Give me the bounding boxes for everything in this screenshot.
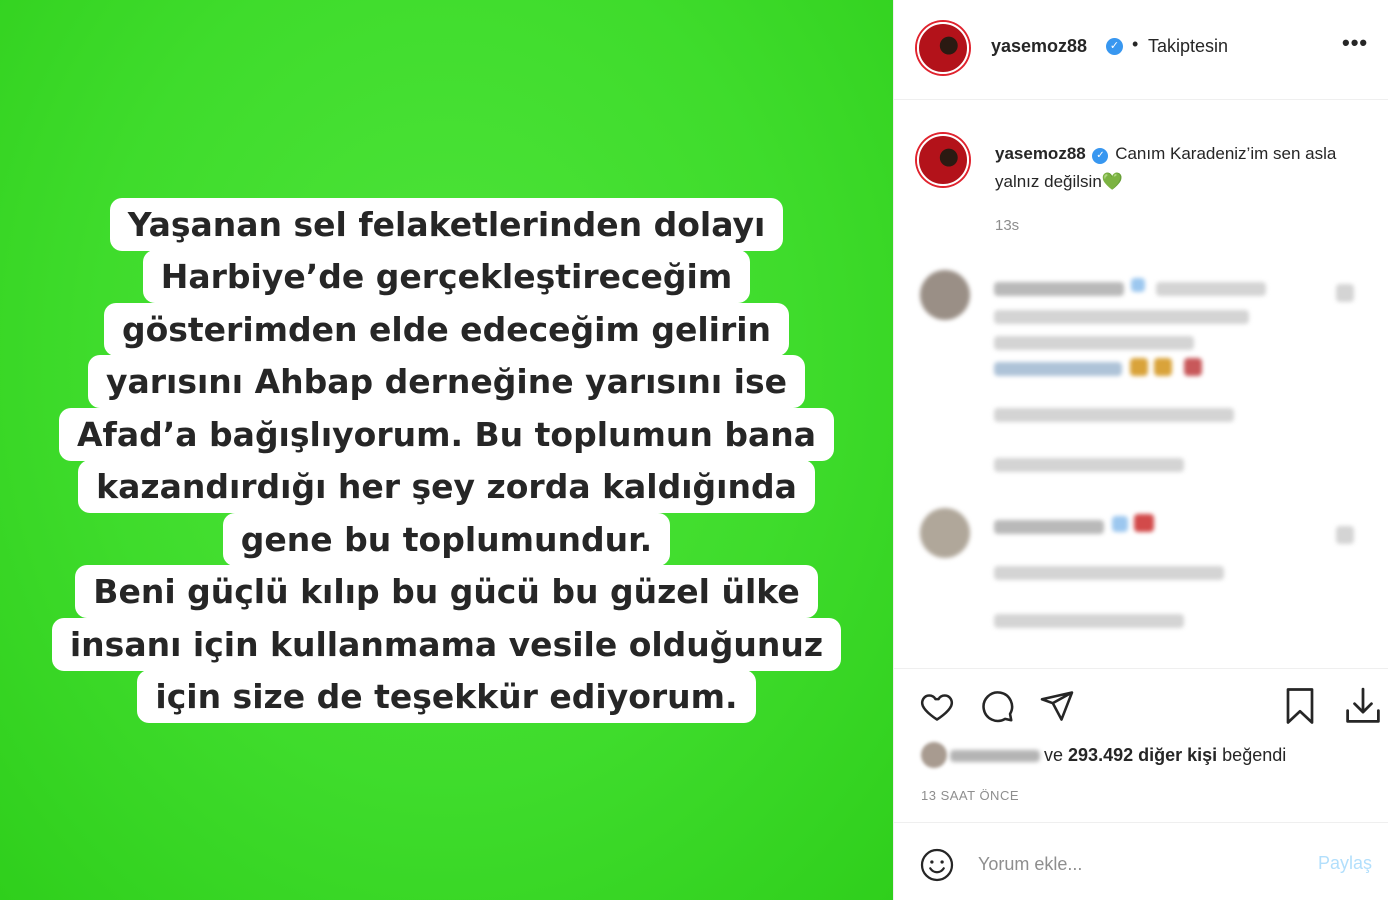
caption-time: 13s	[995, 217, 1020, 234]
comment-form: Paylaş	[894, 822, 1388, 900]
follow-status-button[interactable]: Takiptesin	[1148, 36, 1228, 57]
story-line: için size de teşekkür ediyorum.	[137, 670, 756, 723]
story-line: Harbiye’de gerçekleştireceğim	[142, 250, 751, 303]
comment-item-blurred	[894, 508, 1388, 638]
story-line: gene bu toplumundur.	[222, 512, 671, 566]
verified-icon: ✓	[1106, 38, 1123, 55]
comment-input[interactable]	[978, 849, 1278, 879]
likes-count: 293.492	[1068, 745, 1134, 765]
comment-item-blurred	[894, 270, 1388, 480]
liker-name-blurred	[950, 750, 1040, 762]
heart-icon[interactable]	[918, 688, 956, 724]
header-username[interactable]: yasemoz88	[991, 36, 1087, 57]
comment-avatar	[920, 270, 970, 320]
caption-username[interactable]: yasemoz88	[995, 144, 1086, 163]
send-icon[interactable]	[1039, 688, 1075, 724]
caption-text: yasemoz88 ✓ Canım Karadeniz’im sen asla …	[995, 140, 1365, 196]
story-text-block: Yaşanan sel felaketlerinden dolayı Harbi…	[0, 197, 893, 723]
likes-summary[interactable]: ve 293.492 diğer kişi beğendi	[1044, 745, 1286, 766]
comment-avatar	[920, 508, 970, 558]
post-media[interactable]: Yaşanan sel felaketlerinden dolayı Harbi…	[0, 0, 893, 900]
comment-icon[interactable]	[979, 688, 1015, 724]
story-line: Beni güçlü kılıp bu gücü bu güzel ülke	[75, 565, 818, 618]
caption-avatar[interactable]	[917, 134, 969, 186]
separator-dot: •	[1132, 34, 1139, 54]
post-header: yasemoz88 ✓ • Takiptesin •••	[894, 0, 1388, 100]
story-line: insanı için kullanmama vesile olduğunuz	[51, 617, 842, 671]
story-line: yarısını Ahbap derneğine yarısını ise	[87, 355, 806, 408]
emoji-smile-icon[interactable]	[919, 847, 955, 883]
story-line: Afad’a bağışlıyorum. Bu toplumun bana	[58, 407, 835, 461]
verified-icon: ✓	[1092, 148, 1109, 164]
green-heart-icon: 💚	[1101, 172, 1123, 191]
post-timestamp: 13 SAAT ÖNCE	[921, 788, 1019, 803]
likes-others-label: diğer kişi	[1138, 745, 1218, 765]
more-horizontal-icon[interactable]: •••	[1342, 30, 1368, 56]
post-comment-button[interactable]: Paylaş	[1318, 853, 1372, 874]
story-line: kazandırdığı her şey zorda kaldığında	[78, 460, 815, 513]
bookmark-icon[interactable]	[1282, 686, 1318, 726]
download-icon[interactable]	[1344, 686, 1382, 726]
avatar[interactable]	[917, 22, 969, 74]
story-line: Yaşanan sel felaketlerinden dolayı	[109, 197, 784, 251]
story-line: gösterimden elde edeceğim gelirin	[103, 302, 790, 356]
post-sidebar: yasemoz88 ✓ • Takiptesin ••• yasemoz88 ✓…	[893, 0, 1388, 900]
liker-avatar[interactable]	[921, 742, 947, 768]
